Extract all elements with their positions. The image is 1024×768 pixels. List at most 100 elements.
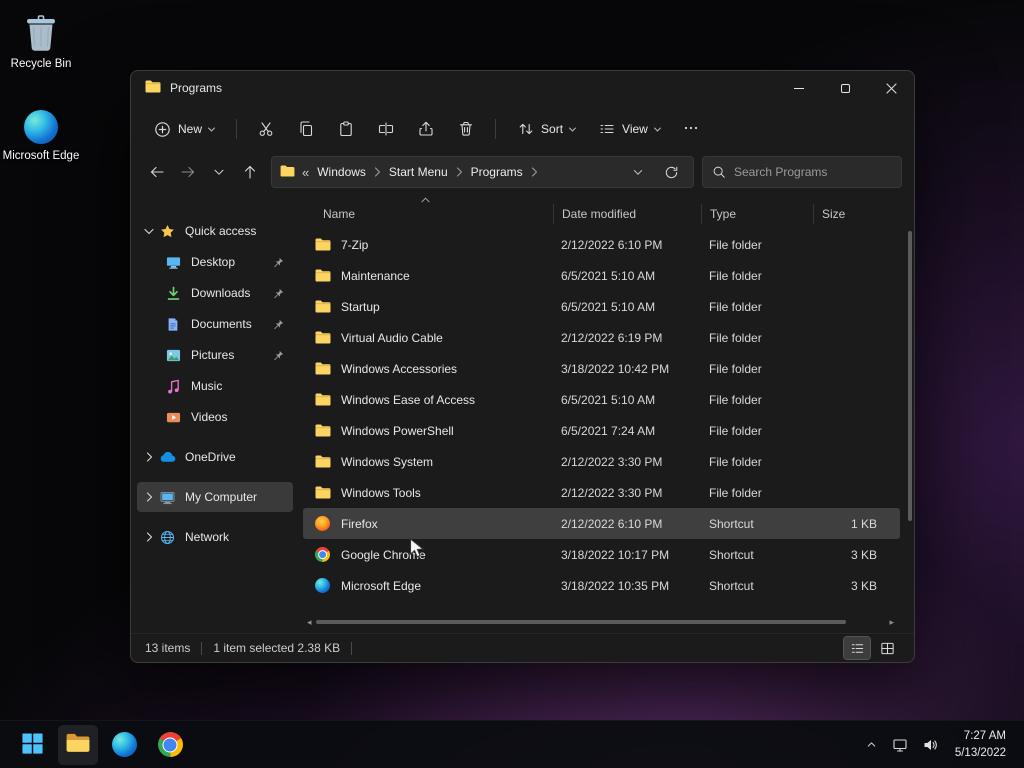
file-row-microsoft-edge[interactable]: Microsoft Edge 3/18/2022 10:35 PM Shortcut…: [303, 570, 900, 601]
file-row-google-chrome[interactable]: Google Chrome 3/18/2022 10:17 PM Shortcut 3…: [303, 539, 900, 570]
chevron-right-icon[interactable]: [141, 452, 157, 462]
breadcrumb-item-start-menu[interactable]: Start Menu: [381, 165, 456, 179]
sidebar-item-network[interactable]: Network: [137, 522, 293, 552]
copy-icon: [298, 121, 314, 137]
folder-icon: [315, 392, 332, 408]
column-header-name[interactable]: Name: [303, 197, 553, 224]
chevron-right-icon[interactable]: [141, 492, 157, 502]
folder-icon: [280, 164, 295, 180]
breadcrumb-bar[interactable]: « Windows Start Menu Programs: [271, 156, 694, 188]
sidebar-item-pictures[interactable]: Pictures: [137, 340, 293, 370]
volume-icon[interactable]: [915, 725, 945, 765]
file-explorer-icon: [65, 732, 91, 757]
recent-locations-button[interactable]: [203, 157, 234, 187]
chevron-down-icon[interactable]: [141, 228, 157, 235]
start-button[interactable]: [12, 725, 52, 765]
rename-button[interactable]: [368, 112, 404, 146]
more-options-button[interactable]: [673, 112, 709, 146]
folder-icon: [315, 237, 332, 253]
vertical-scrollbar[interactable]: [906, 199, 914, 633]
horizontal-scroll-thumb[interactable]: [315, 620, 846, 624]
file-type: Shortcut: [709, 547, 754, 562]
new-button[interactable]: New: [143, 113, 225, 146]
chevron-right-icon[interactable]: [374, 167, 381, 177]
breadcrumb-item-windows[interactable]: Windows: [309, 165, 374, 179]
column-header-date-modified[interactable]: Date modified: [553, 204, 701, 224]
large-icons-view-button[interactable]: [874, 637, 900, 659]
sort-button[interactable]: Sort: [507, 113, 586, 145]
vertical-scroll-thumb[interactable]: [908, 231, 912, 521]
file-row-windows-powershell[interactable]: Windows PowerShell 6/5/2021 7:24 AM File f…: [303, 415, 900, 446]
sidebar-item-music[interactable]: Music: [137, 371, 293, 401]
file-date-modified: 2/12/2022 3:30 PM: [561, 454, 663, 469]
file-name: Virtual Audio Cable: [341, 330, 443, 345]
back-button[interactable]: [141, 157, 172, 187]
sidebar-item-desktop[interactable]: Desktop: [137, 247, 293, 277]
minimize-button[interactable]: [776, 71, 822, 105]
sidebar-item-videos[interactable]: Videos: [137, 402, 293, 432]
file-row-startup[interactable]: Startup 6/5/2021 5:10 AM File folder: [303, 291, 900, 322]
delete-button[interactable]: [448, 112, 484, 146]
column-header-type[interactable]: Type: [701, 204, 813, 224]
delete-icon: [458, 121, 474, 137]
show-hidden-icons-button[interactable]: [858, 725, 885, 765]
chevron-right-icon[interactable]: [141, 532, 157, 542]
scroll-right-icon[interactable]: ▸: [889, 617, 894, 627]
chevron-right-icon[interactable]: [456, 167, 463, 177]
chrome-icon: [315, 547, 332, 563]
horizontal-scrollbar[interactable]: ◂ ▸: [307, 615, 894, 629]
sidebar-item-documents[interactable]: Documents: [137, 309, 293, 339]
file-row-maintenance[interactable]: Maintenance 6/5/2021 5:10 AM File folder: [303, 260, 900, 291]
maximize-button[interactable]: [822, 71, 868, 105]
breadcrumb-overflow[interactable]: «: [302, 165, 309, 180]
view-button[interactable]: View: [588, 113, 671, 145]
refresh-button[interactable]: [659, 160, 683, 184]
network-icon[interactable]: [885, 725, 915, 765]
file-row-windows-ease-of-access[interactable]: Windows Ease of Access 6/5/2021 5:10 AM Fi…: [303, 384, 900, 415]
toolbar-separator: [236, 119, 238, 139]
share-button[interactable]: [408, 112, 444, 146]
title-bar[interactable]: Programs: [131, 71, 914, 105]
up-one-level-button[interactable]: [234, 157, 265, 187]
file-row-firefox[interactable]: Firefox 2/12/2022 6:10 PM Shortcut 1 KB: [303, 508, 900, 539]
file-row-7-zip[interactable]: 7-Zip 2/12/2022 6:10 PM File folder: [303, 229, 900, 260]
file-row-windows-tools[interactable]: Windows Tools 2/12/2022 3:30 PM File folde…: [303, 477, 900, 508]
search-box[interactable]: [702, 156, 902, 188]
column-header-size[interactable]: Size: [813, 204, 887, 224]
file-name: Windows Tools: [341, 485, 421, 500]
music-icon: [163, 379, 183, 394]
taskbar-file-explorer-button[interactable]: [58, 724, 98, 765]
forward-button[interactable]: [172, 157, 203, 187]
sidebar-item-quick-access[interactable]: Quick access: [137, 216, 293, 246]
paste-button[interactable]: [328, 112, 364, 146]
pin-icon: [273, 350, 289, 361]
sidebar-item-my-computer[interactable]: My Computer: [137, 482, 293, 512]
close-button[interactable]: [868, 71, 914, 105]
sidebar-item-onedrive[interactable]: OneDrive: [137, 442, 293, 472]
file-name: Google Chrome: [341, 547, 426, 562]
cut-button[interactable]: [248, 112, 284, 146]
desktop-icon-recycle-bin[interactable]: Recycle Bin: [2, 12, 80, 71]
edge-icon: [315, 578, 332, 594]
paste-icon: [338, 121, 354, 137]
desktop-icon-microsoft-edge[interactable]: Microsoft Edge: [2, 104, 80, 163]
taskbar-edge-button[interactable]: [104, 725, 144, 765]
file-row-virtual-audio-cable[interactable]: Virtual Audio Cable 2/12/2022 6:19 PM File…: [303, 322, 900, 353]
clock[interactable]: 7:27 AM 5/13/2022: [945, 728, 1012, 760]
chevron-down-icon: [633, 166, 643, 175]
edge-icon: [24, 104, 58, 144]
search-input[interactable]: [734, 165, 892, 179]
copy-button[interactable]: [288, 112, 324, 146]
sort-icon: [518, 121, 534, 137]
taskbar-chrome-button[interactable]: [150, 725, 190, 765]
details-view-button[interactable]: [843, 636, 871, 660]
file-row-windows-accessories[interactable]: Windows Accessories 3/18/2022 10:42 PM Fil…: [303, 353, 900, 384]
file-type: File folder: [709, 237, 762, 252]
address-dropdown-button[interactable]: [627, 160, 649, 184]
scroll-left-icon[interactable]: ◂: [307, 617, 312, 627]
breadcrumb-item-programs[interactable]: Programs: [463, 165, 531, 179]
file-row-windows-system[interactable]: Windows System 2/12/2022 3:30 PM File fold…: [303, 446, 900, 477]
chevron-right-icon[interactable]: [531, 167, 538, 177]
sidebar-item-downloads[interactable]: Downloads: [137, 278, 293, 308]
sidebar-item-label: Videos: [191, 410, 228, 424]
